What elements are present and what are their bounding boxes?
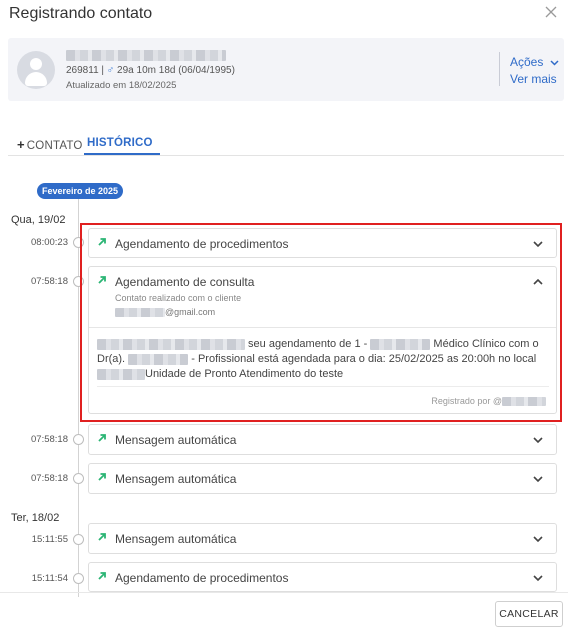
time-label: 15:11:55 bbox=[31, 534, 68, 545]
entry-title: Mensagem automática bbox=[115, 433, 237, 447]
time-label: 07:58:18 bbox=[31, 473, 68, 484]
tab-historico[interactable]: HISTÓRICO bbox=[78, 137, 162, 153]
patient-card: 269811 | ♂ 29a 10m 18d (06/04/1995) Atua… bbox=[8, 38, 564, 101]
entry-title: Mensagem automática bbox=[115, 472, 237, 486]
chevron-down-icon[interactable] bbox=[532, 572, 544, 584]
time-label: 15:11:54 bbox=[31, 573, 68, 584]
timeline-entry[interactable]: Agendamento de procedimentos bbox=[88, 562, 557, 592]
footer-border bbox=[0, 592, 568, 593]
time-label: 07:58:18 bbox=[31, 276, 68, 287]
day-label: Ter, 18/02 bbox=[11, 512, 60, 524]
chevron-down-icon bbox=[550, 60, 559, 66]
plus-icon: + bbox=[17, 137, 25, 152]
close-icon[interactable] bbox=[542, 3, 560, 21]
see-more-link[interactable]: Ver mais bbox=[510, 72, 557, 86]
chevron-down-icon[interactable] bbox=[532, 473, 544, 485]
time-label: 08:00:23 bbox=[31, 237, 68, 248]
chevron-down-icon[interactable] bbox=[532, 533, 544, 545]
tab-active-indicator bbox=[84, 153, 160, 155]
time-label: 07:58:18 bbox=[31, 434, 68, 445]
month-badge: Fevereiro de 2025 bbox=[37, 183, 124, 199]
tab-contato[interactable]: + CONTATO bbox=[17, 137, 83, 152]
timeline-entry[interactable]: Mensagem automática bbox=[88, 523, 557, 554]
arrow-up-right-icon bbox=[98, 473, 106, 481]
timeline-dot bbox=[73, 534, 84, 545]
chevron-down-icon[interactable] bbox=[532, 434, 544, 446]
patient-name-redacted bbox=[66, 50, 226, 61]
card-divider bbox=[499, 52, 500, 86]
arrow-up-right-icon bbox=[98, 434, 106, 442]
timeline-dot bbox=[73, 434, 84, 445]
timeline-entry[interactable]: Mensagem automática bbox=[88, 424, 557, 455]
entry-title: Agendamento de procedimentos bbox=[115, 571, 289, 585]
entry-title: Mensagem automática bbox=[115, 532, 237, 546]
highlight-box bbox=[80, 223, 562, 422]
timeline-dot bbox=[73, 573, 84, 584]
arrow-up-right-icon bbox=[98, 572, 106, 580]
modal-title: Registrando contato bbox=[9, 5, 153, 22]
day-label: Qua, 19/02 bbox=[11, 214, 66, 226]
tabs-border bbox=[8, 155, 564, 156]
timeline-entry[interactable]: Mensagem automática bbox=[88, 463, 557, 494]
timeline-dot bbox=[73, 473, 84, 484]
patient-meta: 269811 | ♂ 29a 10m 18d (06/04/1995) bbox=[66, 65, 235, 76]
actions-dropdown[interactable]: Ações bbox=[510, 55, 559, 69]
arrow-up-right-icon bbox=[98, 533, 106, 541]
patient-updated: Atualizado em 18/02/2025 bbox=[66, 80, 177, 91]
avatar bbox=[17, 51, 55, 89]
cancel-button[interactable]: CANCELAR bbox=[495, 601, 563, 627]
